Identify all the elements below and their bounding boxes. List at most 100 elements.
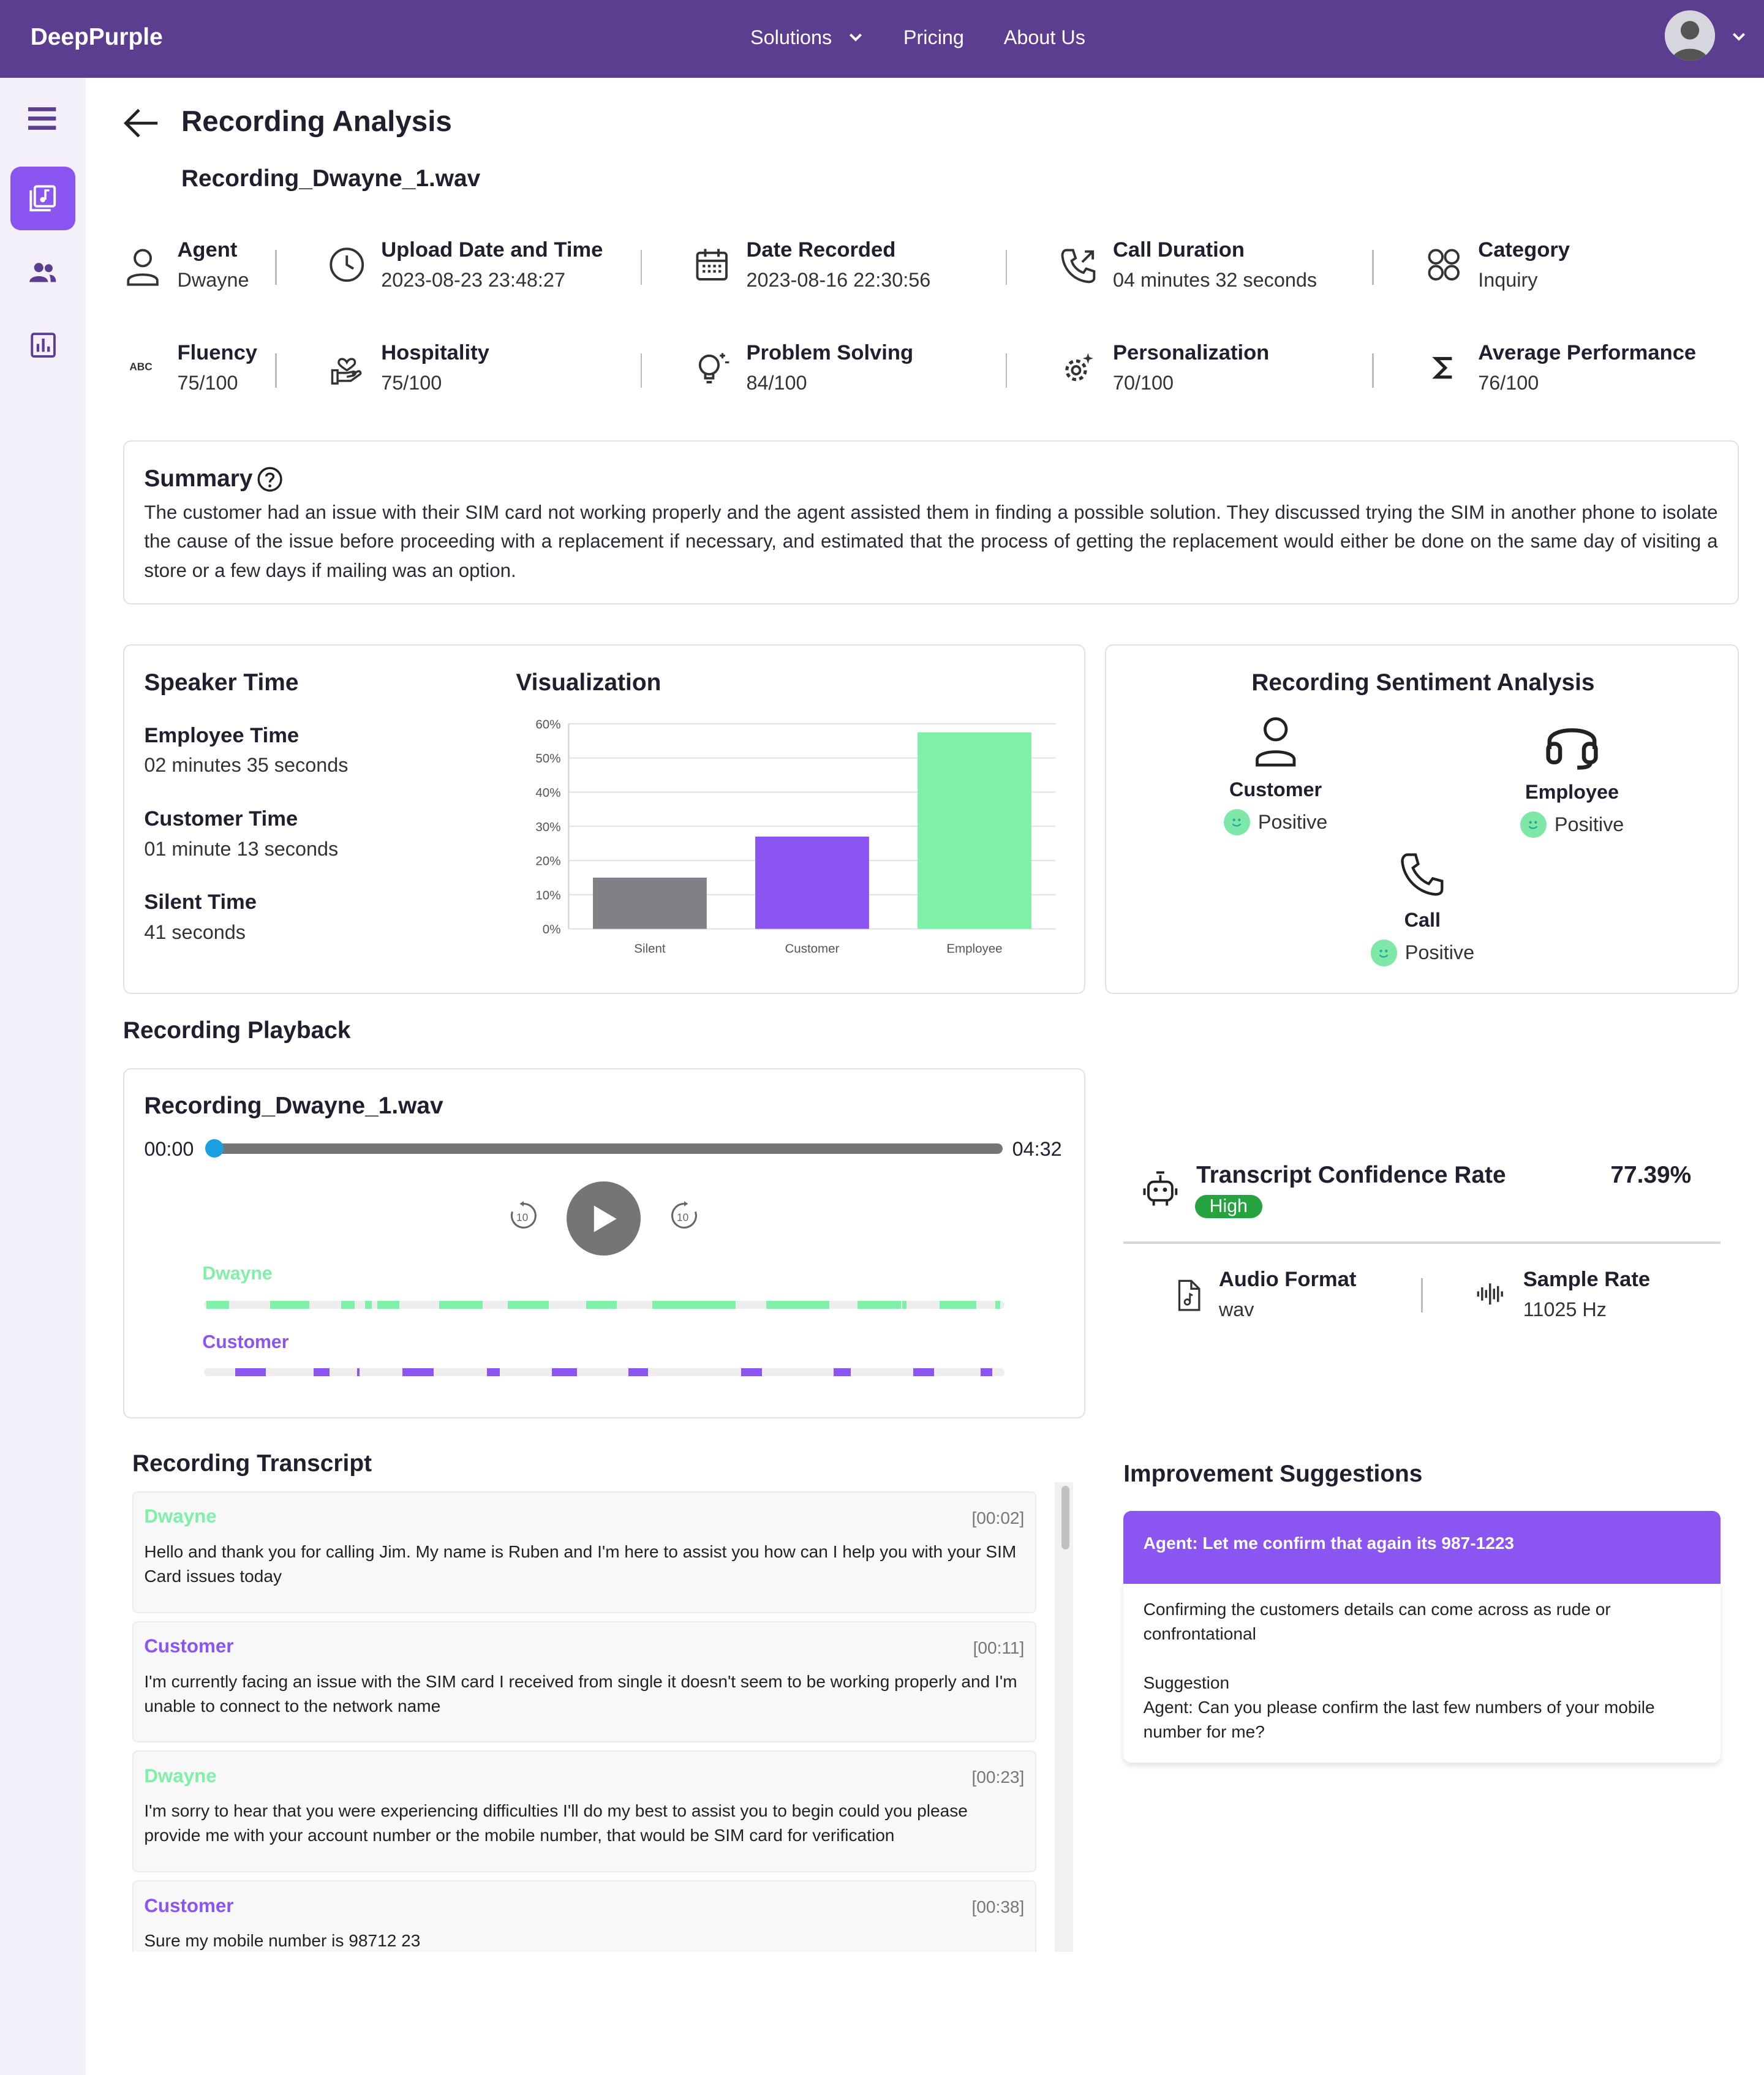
nav-about-us[interactable]: About Us xyxy=(1004,26,1085,49)
sidebar-item-reports[interactable] xyxy=(10,314,75,377)
y-tick-label: 60% xyxy=(536,717,561,731)
info-label: Problem Solving xyxy=(746,341,914,365)
silent-time: Silent Time 41 seconds xyxy=(144,891,257,944)
sidebar xyxy=(0,78,86,2075)
nav-pricing[interactable]: Pricing xyxy=(903,26,964,49)
silent-time-label: Silent Time xyxy=(144,890,257,914)
silent-time-value: 41 seconds xyxy=(144,921,246,943)
transcript-scrollbar[interactable] xyxy=(1054,1482,1074,1952)
avatar[interactable] xyxy=(1664,10,1715,61)
transcript-entry: Customer [00:38] Sure my mobile number i… xyxy=(132,1880,1036,1952)
transcript-entry: Dwayne [00:02] Hello and thank you for c… xyxy=(132,1491,1036,1613)
speech-segment xyxy=(741,1368,763,1376)
sentiment-employee: Employee Positive xyxy=(1493,715,1651,838)
sentiment-employee-value: Positive xyxy=(1554,813,1624,835)
speaker-time-card: Speaker Time Employee Time 02 minutes 35… xyxy=(123,644,1085,994)
info-value: Dwayne xyxy=(177,268,249,291)
help-circle-icon[interactable] xyxy=(257,466,283,492)
rewind-10-icon[interactable]: 10 xyxy=(508,1200,540,1232)
sidebar-item-team[interactable] xyxy=(10,241,75,304)
summary-card: Summary The customer had an issue with t… xyxy=(123,440,1739,605)
speech-segment xyxy=(235,1368,266,1376)
transcript-time: [00:02] xyxy=(971,1508,1025,1527)
x-tick-label: Silent xyxy=(635,941,666,955)
suggestion-label: Suggestion xyxy=(1143,1673,1230,1692)
total-time: 04:32 xyxy=(1012,1137,1062,1160)
info-value: 2023-08-16 22:30:56 xyxy=(746,268,931,291)
sentiment-customer-name: Customer xyxy=(1229,778,1322,800)
speech-segment xyxy=(365,1300,372,1309)
bar-employee xyxy=(918,732,1032,929)
playback-card: Recording_Dwayne_1.wav 00:00 04:32 10 10… xyxy=(123,1068,1085,1419)
seek-thumb[interactable] xyxy=(205,1139,224,1158)
bar-silent xyxy=(593,877,707,929)
headset-icon xyxy=(1546,728,1598,770)
transcript-text: I'm currently facing an issue with the S… xyxy=(144,1671,1017,1715)
summary-label: Summary xyxy=(144,465,253,492)
nav-solutions-label: Solutions xyxy=(750,26,832,49)
divider xyxy=(1123,1241,1721,1244)
dwayne-speech-track xyxy=(203,1300,1005,1309)
clock-icon xyxy=(330,247,364,282)
speech-segment xyxy=(206,1300,229,1309)
speech-segment xyxy=(939,1300,977,1309)
audio-format-label: Audio Format xyxy=(1218,1267,1357,1291)
info-value: 75/100 xyxy=(177,372,238,394)
speech-segment xyxy=(439,1300,483,1309)
customer-time-value: 01 minute 13 seconds xyxy=(144,837,339,860)
y-tick-label: 0% xyxy=(543,922,561,936)
speech-segment xyxy=(551,1368,577,1376)
back-arrow-icon[interactable] xyxy=(123,106,160,140)
info-label: Category xyxy=(1478,238,1570,262)
robot-icon xyxy=(1140,1169,1180,1214)
svg-text:10: 10 xyxy=(516,1211,528,1224)
sidebar-item-recordings[interactable] xyxy=(10,167,76,230)
top-navbar: DeepPurple Solutions Pricing About Us xyxy=(0,0,1764,78)
info-date-recorded: Date Recorded 2023-08-16 22:30:56 xyxy=(685,238,930,292)
y-tick-label: 50% xyxy=(536,751,561,766)
info-label: Fluency xyxy=(177,341,258,365)
info-label: Call Duration xyxy=(1112,238,1245,262)
transcript-entry: Customer [00:11] I'm currently facing an… xyxy=(132,1621,1036,1743)
speech-segment xyxy=(980,1368,993,1376)
customer-speech-track xyxy=(203,1368,1005,1376)
speech-segment xyxy=(902,1300,907,1309)
employee-time-label: Employee Time xyxy=(144,723,300,747)
play-button[interactable] xyxy=(566,1181,641,1256)
speech-segment xyxy=(270,1300,310,1309)
smile-icon xyxy=(1370,940,1397,966)
smile-icon xyxy=(1223,808,1250,835)
speech-segment xyxy=(833,1368,851,1376)
category-icon xyxy=(1428,249,1460,281)
info-label: Upload Date and Time xyxy=(381,238,603,262)
hand-heart-icon xyxy=(331,358,362,385)
brand-logo[interactable]: DeepPurple xyxy=(31,24,163,51)
main-nav: Solutions Pricing About Us xyxy=(750,26,1085,49)
info-value: 70/100 xyxy=(1112,372,1174,394)
sentiment-call: Call Positive xyxy=(1343,851,1502,966)
forward-10-icon[interactable]: 10 xyxy=(668,1200,700,1232)
suggestion-body: Confirming the customers details can com… xyxy=(1123,1584,1721,1763)
page-title: Recording Analysis xyxy=(181,105,452,138)
seek-bar[interactable] xyxy=(205,1139,1003,1158)
scrollbar-thumb[interactable] xyxy=(1061,1486,1069,1550)
info-value: 75/100 xyxy=(381,372,442,394)
sentiment-call-name: Call xyxy=(1404,909,1441,932)
speech-segment xyxy=(377,1300,400,1309)
speech-segment xyxy=(313,1368,330,1376)
bar-customer xyxy=(755,836,870,929)
sentiment-title: Recording Sentiment Analysis xyxy=(1251,669,1595,696)
info-label: Average Performance xyxy=(1478,341,1697,365)
info-value: Inquiry xyxy=(1478,268,1538,291)
hamburger-menu-button[interactable] xyxy=(10,86,75,149)
chevron-down-icon[interactable] xyxy=(1731,32,1747,42)
customer-track-label: Customer xyxy=(202,1332,289,1353)
customer-time: Customer Time 01 minute 13 seconds xyxy=(144,807,338,861)
info-upload-date: Upload Date and Time 2023-08-23 23:48:27 xyxy=(320,238,603,292)
nav-solutions[interactable]: Solutions xyxy=(750,26,864,49)
info-personalization: Personalization 70/100 xyxy=(1052,341,1270,394)
info-label: Personalization xyxy=(1112,341,1270,365)
transcript-text: I'm sorry to hear that you were experien… xyxy=(144,1801,968,1845)
transcript-speaker: Customer xyxy=(144,1635,234,1657)
summary-title: Summary xyxy=(144,465,1717,492)
